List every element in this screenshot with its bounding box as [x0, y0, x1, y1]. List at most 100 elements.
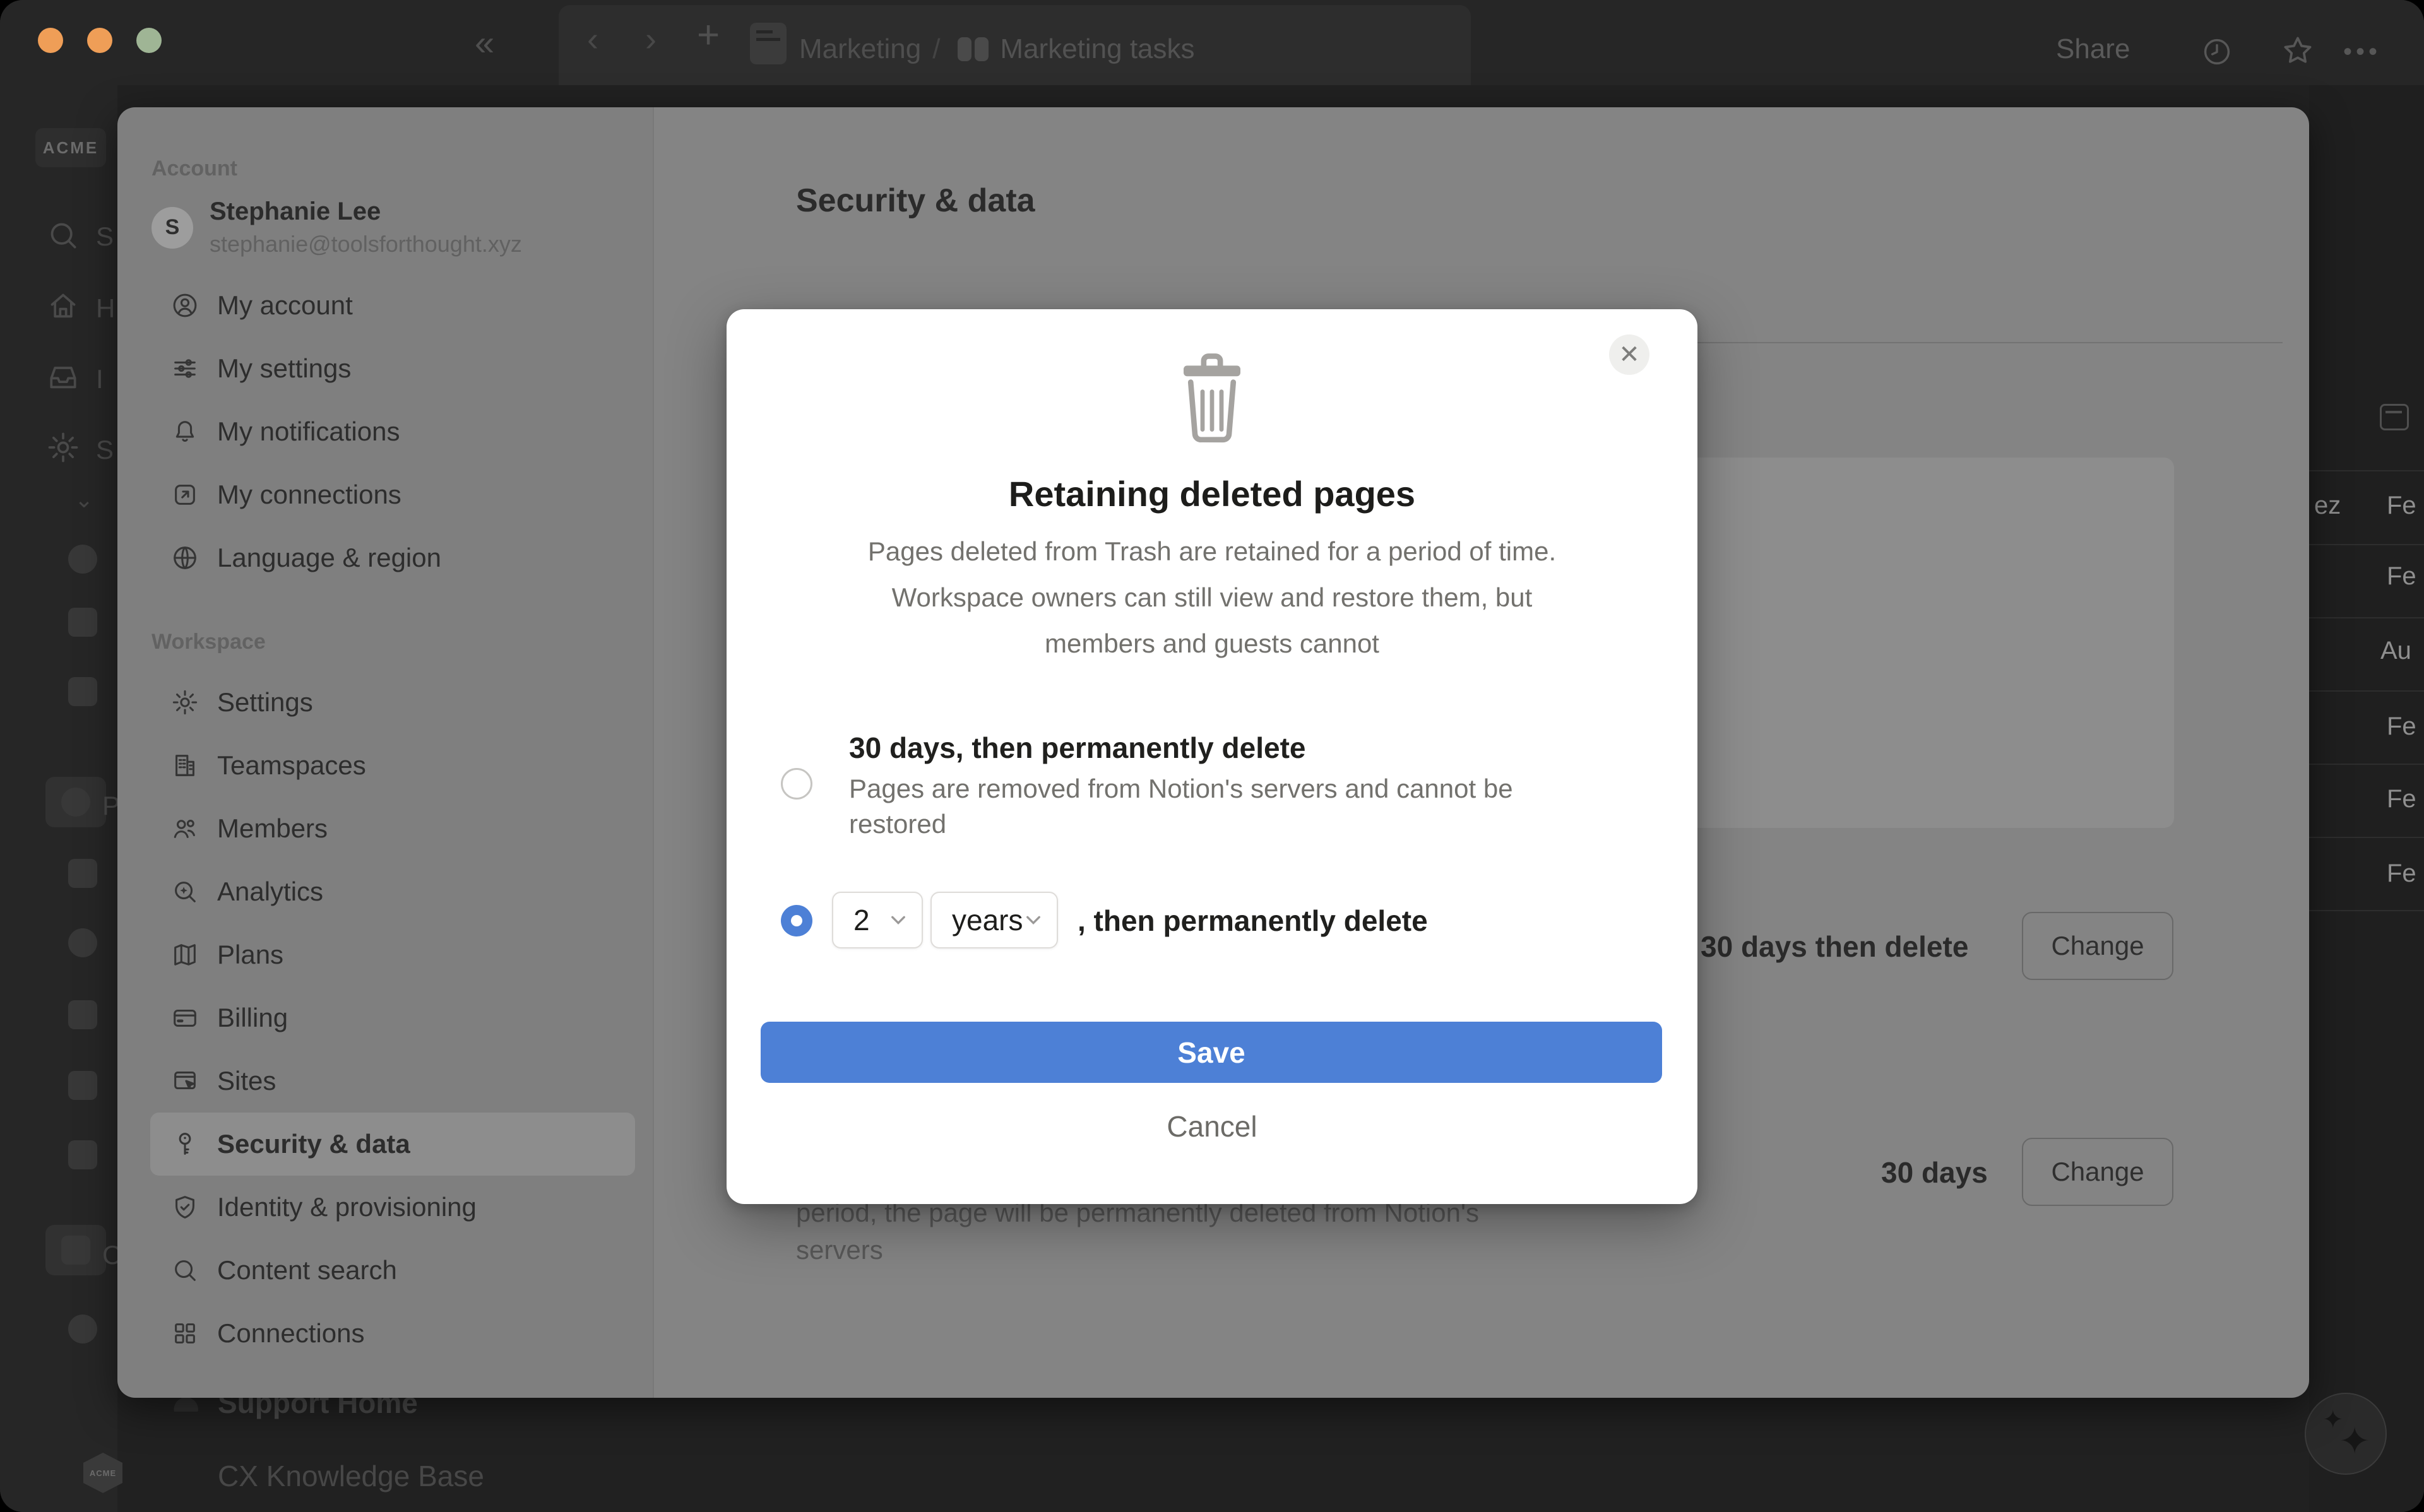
- bell-icon: [170, 417, 199, 446]
- search-icon[interactable]: [45, 218, 81, 253]
- key-icon: [170, 1130, 199, 1159]
- page-title: Security & data: [796, 182, 1035, 219]
- traffic-light-zoom[interactable]: [136, 28, 162, 53]
- nav-item-my-settings[interactable]: My settings: [150, 337, 635, 400]
- page-icon-emoji[interactable]: [68, 928, 97, 957]
- chevron-down-icon[interactable]: ⌄: [74, 487, 93, 513]
- nav-item-label: Language & region: [217, 543, 441, 572]
- sidebar-collapse-icon[interactable]: «: [475, 25, 494, 61]
- traffic-light-minimize[interactable]: [87, 28, 112, 53]
- trash-icon: [1174, 348, 1250, 447]
- new-tab-icon[interactable]: +: [697, 16, 720, 55]
- unit-dropdown[interactable]: years: [930, 892, 1058, 948]
- nav-item-label: Connections: [217, 1318, 365, 1348]
- table-cell-fragment: Au: [2380, 637, 2411, 664]
- number-dropdown[interactable]: 2: [832, 892, 923, 948]
- settings-nav: Account S Stephanie Lee stephanie@toolsf…: [117, 107, 654, 1398]
- inbox-icon[interactable]: [45, 359, 81, 394]
- workspace-logo[interactable]: ACME: [35, 128, 106, 167]
- option-30-days-subtext: restored: [849, 809, 947, 839]
- arrow-box-icon: [170, 480, 199, 509]
- nav-item-sites[interactable]: Sites: [150, 1049, 635, 1113]
- building-icon: [170, 751, 199, 780]
- nav-item-members[interactable]: Members: [150, 797, 635, 860]
- top-bar: « ‹ › + Marketing / Marketing tasks Shar…: [0, 0, 2424, 85]
- radio-30-days[interactable]: [781, 768, 812, 800]
- magnifier-icon: [170, 1256, 199, 1285]
- sparkle-icon: ✦: [2339, 1420, 2371, 1462]
- save-button[interactable]: Save: [761, 1022, 1662, 1083]
- breadcrumb-page[interactable]: Marketing tasks: [1000, 35, 1194, 63]
- modal-title: Retaining deleted pages: [1008, 474, 1416, 514]
- chevron-down-icon: [890, 914, 906, 926]
- traffic-light-close[interactable]: [38, 28, 63, 53]
- app-window: « ‹ › + Marketing / Marketing tasks Shar…: [0, 0, 2424, 1512]
- table-cell-fragment: Fe: [2387, 712, 2416, 740]
- change-button[interactable]: Change: [2022, 912, 2173, 980]
- nav-item-identity-provisioning[interactable]: Identity & provisioning: [150, 1176, 635, 1239]
- page-icon-emoji[interactable]: [68, 1314, 97, 1344]
- nav-item-plans[interactable]: Plans: [150, 923, 635, 986]
- home-icon[interactable]: [45, 288, 81, 324]
- teamspace-icon[interactable]: [68, 677, 97, 706]
- nav-item-connections[interactable]: Connections: [150, 1302, 635, 1365]
- close-icon[interactable]: ✕: [1609, 334, 1649, 375]
- breadcrumb-separator: /: [932, 33, 941, 64]
- grid-icon: [170, 1319, 199, 1348]
- teamspace-icon[interactable]: [68, 608, 97, 637]
- sliders-icon: [170, 354, 199, 383]
- page-icon-emoji[interactable]: [68, 1071, 97, 1100]
- modal-description-line: Pages deleted from Trash are retained fo…: [867, 536, 1557, 566]
- nav-item-label: Billing: [217, 1003, 288, 1032]
- nav-item-my-account[interactable]: My account: [150, 274, 635, 337]
- nav-item-content-search[interactable]: Content search: [150, 1239, 635, 1302]
- favorite-star-icon[interactable]: [2280, 33, 2315, 68]
- nav-item-my-notifications[interactable]: My notifications: [150, 400, 635, 463]
- sidebar-label-peek: S: [96, 221, 114, 251]
- option-30-days-label[interactable]: 30 days, then permanently delete: [849, 731, 1306, 765]
- settings-gear-icon[interactable]: [45, 430, 81, 465]
- nav-item-label: Security & data: [217, 1129, 410, 1159]
- page-icon-emoji[interactable]: [68, 1000, 97, 1029]
- clock-icon[interactable]: [2201, 35, 2233, 68]
- radio-custom-period[interactable]: [781, 905, 812, 936]
- table-cell-fragment: Fe: [2387, 859, 2416, 887]
- nav-item-label: Content search: [217, 1255, 397, 1285]
- forward-icon[interactable]: ›: [645, 22, 656, 56]
- nav-item-security-data[interactable]: Security & data: [150, 1113, 635, 1176]
- cancel-button[interactable]: Cancel: [727, 1109, 1697, 1143]
- table-cell-fragment: Fe: [2387, 492, 2416, 519]
- nav-item-label: Sites: [217, 1066, 276, 1096]
- page-icon-emoji[interactable]: [68, 859, 97, 888]
- gear-icon: [170, 688, 199, 717]
- table-cell-fragment: ez: [2314, 492, 2341, 519]
- sidebar-page-highlight[interactable]: [45, 1225, 106, 1275]
- workspace-section-header: Workspace: [152, 630, 266, 654]
- app-sidebar: ACME S H I S ⌄ P C: [0, 85, 121, 1512]
- teamspace-icon[interactable]: [68, 545, 97, 574]
- table-cell-fragment: Fe: [2387, 785, 2416, 813]
- nav-item-analytics[interactable]: Analytics: [150, 860, 635, 923]
- retention-modal: ✕ Retaining deleted pages Pages deleted …: [727, 309, 1697, 1204]
- change-button[interactable]: Change: [2022, 1138, 2173, 1206]
- nav-item-label: Plans: [217, 940, 284, 969]
- sidebar-item-cx-knowledge-base[interactable]: CX Knowledge Base: [218, 1459, 484, 1493]
- back-icon[interactable]: ‹: [587, 22, 598, 56]
- retention-setting-value: 30 days: [1881, 1156, 1988, 1189]
- credit-card-icon: [170, 1003, 199, 1032]
- nav-item-language-region[interactable]: Language & region: [150, 526, 635, 589]
- avatar: S: [152, 206, 193, 249]
- chevron-down-icon: [1025, 914, 1042, 926]
- nav-item-settings[interactable]: Settings: [150, 671, 635, 734]
- more-options-icon[interactable]: •••: [2343, 38, 2381, 66]
- nav-item-billing[interactable]: Billing: [150, 986, 635, 1049]
- nav-item-teamspaces[interactable]: Teamspaces: [150, 734, 635, 797]
- breadcrumb-parent[interactable]: Marketing: [799, 35, 921, 63]
- sidebar-label-peek: S: [96, 435, 114, 464]
- browser-cursor-icon: [170, 1066, 199, 1096]
- nav-item-my-connections[interactable]: My connections: [150, 463, 635, 526]
- page-icon-emoji[interactable]: [68, 1140, 97, 1169]
- sidebar-page-highlight[interactable]: [45, 777, 106, 827]
- share-button[interactable]: Share: [2056, 35, 2130, 63]
- ai-assistant-button[interactable]: ✦ ✦: [2305, 1393, 2387, 1475]
